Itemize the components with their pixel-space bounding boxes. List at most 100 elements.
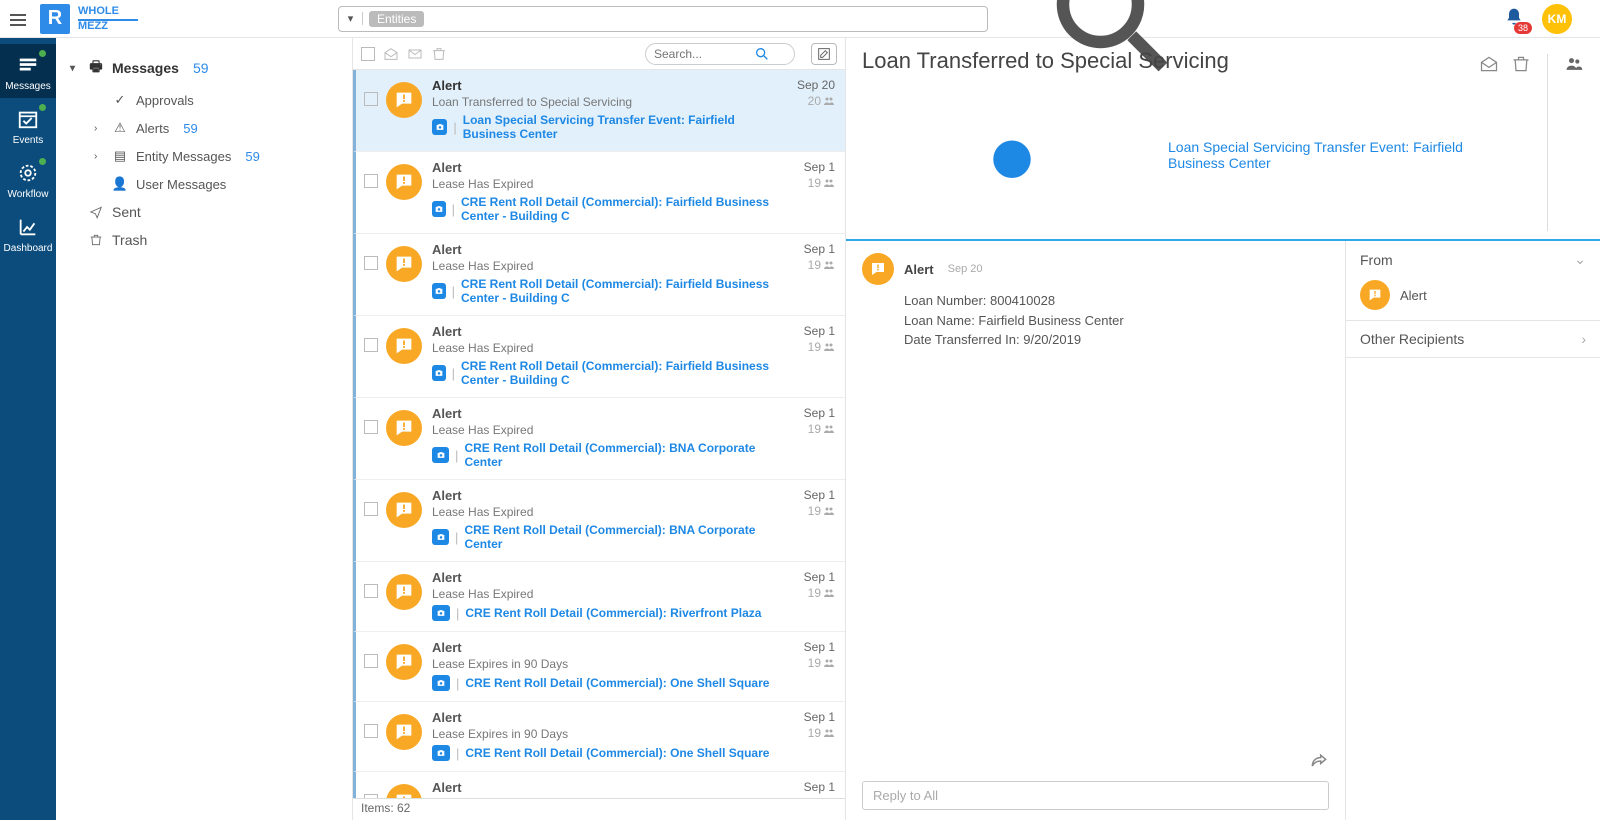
message-title: Alert [432,488,779,503]
list-search-input[interactable] [654,47,754,61]
message-item[interactable]: AlertLease Has Expired|CRE Rent Roll Det… [353,398,845,480]
open-envelope-icon[interactable] [1479,54,1499,74]
camera-icon [432,201,446,217]
folder-user-messages[interactable]: 👤User Messages [90,170,342,198]
list-footer-count: Items: 62 [353,798,845,820]
delete-icon[interactable] [431,46,447,62]
alert-icon [386,164,422,200]
message-link[interactable]: CRE Rent Roll Detail (Commercial): River… [465,606,761,620]
message-list-pane: AlertLoan Transferred to Special Servici… [352,38,846,820]
alert-icon [386,492,422,528]
notifications-badge: 38 [1514,22,1532,34]
message-item[interactable]: AlertLease Has Expired|CRE Rent Roll Det… [353,152,845,234]
message-item[interactable]: AlertLease Has Expired|CRE Rent Roll Det… [353,562,845,632]
message-date: Sep 1 [779,406,835,420]
recipients-icon[interactable] [1564,54,1584,74]
message-subject: Lease Expires in 90 Days [432,797,779,798]
message-link[interactable]: Loan Special Servicing Transfer Event: F… [463,113,779,141]
nav-messages[interactable]: Messages [0,44,56,98]
sender-avatar [862,253,894,285]
camera-icon [862,78,1162,231]
message-link[interactable]: CRE Rent Roll Detail (Commercial): Fairf… [461,195,779,223]
search-scope-dropdown[interactable]: ▾ [339,12,363,25]
message-link[interactable]: CRE Rent Roll Detail (Commercial): One S… [465,676,769,690]
message-link[interactable]: CRE Rent Roll Detail (Commercial): Fairf… [461,277,779,305]
folder-entity-messages[interactable]: ›▤Entity Messages59 [90,142,342,170]
message-date: Sep 20 [779,78,835,92]
search-scope-tag[interactable]: Entities [369,11,424,27]
message-title: Alert [432,710,779,725]
message-checkbox[interactable] [364,794,378,798]
camera-icon [432,745,450,761]
folder-panel: ▾ 🖶 Messages 59 ✓Approvals›⚠Alerts59›▤En… [56,38,352,820]
nav-events[interactable]: Events [0,98,56,152]
message-link[interactable]: CRE Rent Roll Detail (Commercial): BNA C… [464,523,779,551]
folder-trash[interactable]: Trash [66,226,342,254]
message-checkbox[interactable] [364,256,378,270]
entity-search[interactable]: ▾ Entities [338,6,988,32]
message-link[interactable]: CRE Rent Roll Detail (Commercial): BNA C… [464,441,779,469]
select-all-checkbox[interactable] [361,47,375,61]
message-checkbox[interactable] [364,502,378,516]
camera-icon [432,283,446,299]
hamburger-menu[interactable] [8,9,28,29]
message-date: Sep 1 [779,570,835,584]
message-title: Alert [432,780,779,795]
folder-sent[interactable]: Sent [66,198,342,226]
message-view-count: 19 [779,340,835,354]
sent-icon [88,205,104,219]
mark-read-icon[interactable] [383,46,399,62]
message-checkbox[interactable] [364,420,378,434]
message-checkbox[interactable] [364,584,378,598]
message-link[interactable]: CRE Rent Roll Detail (Commercial): Fairf… [461,359,779,387]
reply-input[interactable]: Reply to All [862,781,1329,810]
chevron-down-icon: ⌄ [1574,251,1586,268]
list-toolbar [353,38,845,70]
alert-icon [386,714,422,750]
reading-link[interactable]: Loan Special Servicing Transfer Event: F… [1168,139,1479,171]
app-logo[interactable]: R [40,4,70,34]
message-title: Alert [432,324,779,339]
message-checkbox[interactable] [364,654,378,668]
message-subject: Lease Has Expired [432,177,779,191]
message-item[interactable]: AlertLease Expires in 90 Days|CRE Rent R… [353,772,845,798]
message-item[interactable]: AlertLease Expires in 90 Days|CRE Rent R… [353,702,845,772]
message-view-count: 19 [779,422,835,436]
message-checkbox[interactable] [364,174,378,188]
nav-dashboard[interactable]: Dashboard [0,206,56,260]
folder-approvals[interactable]: ✓Approvals [90,86,342,114]
message-item[interactable]: AlertLease Has Expired|CRE Rent Roll Det… [353,234,845,316]
folder-alerts[interactable]: ›⚠Alerts59 [90,114,342,142]
message-checkbox[interactable] [364,92,378,106]
message-item[interactable]: AlertLease Expires in 90 Days|CRE Rent R… [353,632,845,702]
notifications-bell[interactable]: 38 [1504,7,1524,30]
message-title: Alert [432,78,779,93]
message-item[interactable]: AlertLease Has Expired|CRE Rent Roll Det… [353,480,845,562]
message-checkbox[interactable] [364,338,378,352]
from-item: Alert [1360,280,1586,310]
user-avatar[interactable]: KM [1542,4,1572,34]
message-subject: Lease Expires in 90 Days [432,657,779,671]
trash-icon[interactable] [1511,54,1531,74]
share-icon[interactable] [1309,751,1329,774]
mark-unread-icon[interactable] [407,46,423,62]
other-recipients-header[interactable]: Other Recipients › [1360,331,1586,347]
message-link[interactable]: CRE Rent Roll Detail (Commercial): One S… [465,746,769,760]
message-subject: Lease Has Expired [432,259,779,273]
message-date: Sep 1 [779,780,835,794]
from-section-header[interactable]: From ⌄ [1360,251,1586,268]
messages-icon: 🖶 [88,56,104,80]
message-view-count: 19 [779,258,835,272]
message-checkbox[interactable] [364,724,378,738]
compose-button[interactable] [811,43,837,65]
list-search[interactable] [645,43,795,65]
nav-workflow[interactable]: Workflow [0,152,56,206]
reading-body-text: Loan Number: 800410028Loan Name: Fairfie… [904,291,1329,350]
folder-messages-header[interactable]: ▾ 🖶 Messages 59 [66,50,342,86]
camera-icon [432,365,446,381]
message-item[interactable]: AlertLoan Transferred to Special Servici… [353,70,845,152]
reading-msg-title: Alert [904,262,934,277]
alert-icon [386,246,422,282]
message-title: Alert [432,640,779,655]
message-item[interactable]: AlertLease Has Expired|CRE Rent Roll Det… [353,316,845,398]
